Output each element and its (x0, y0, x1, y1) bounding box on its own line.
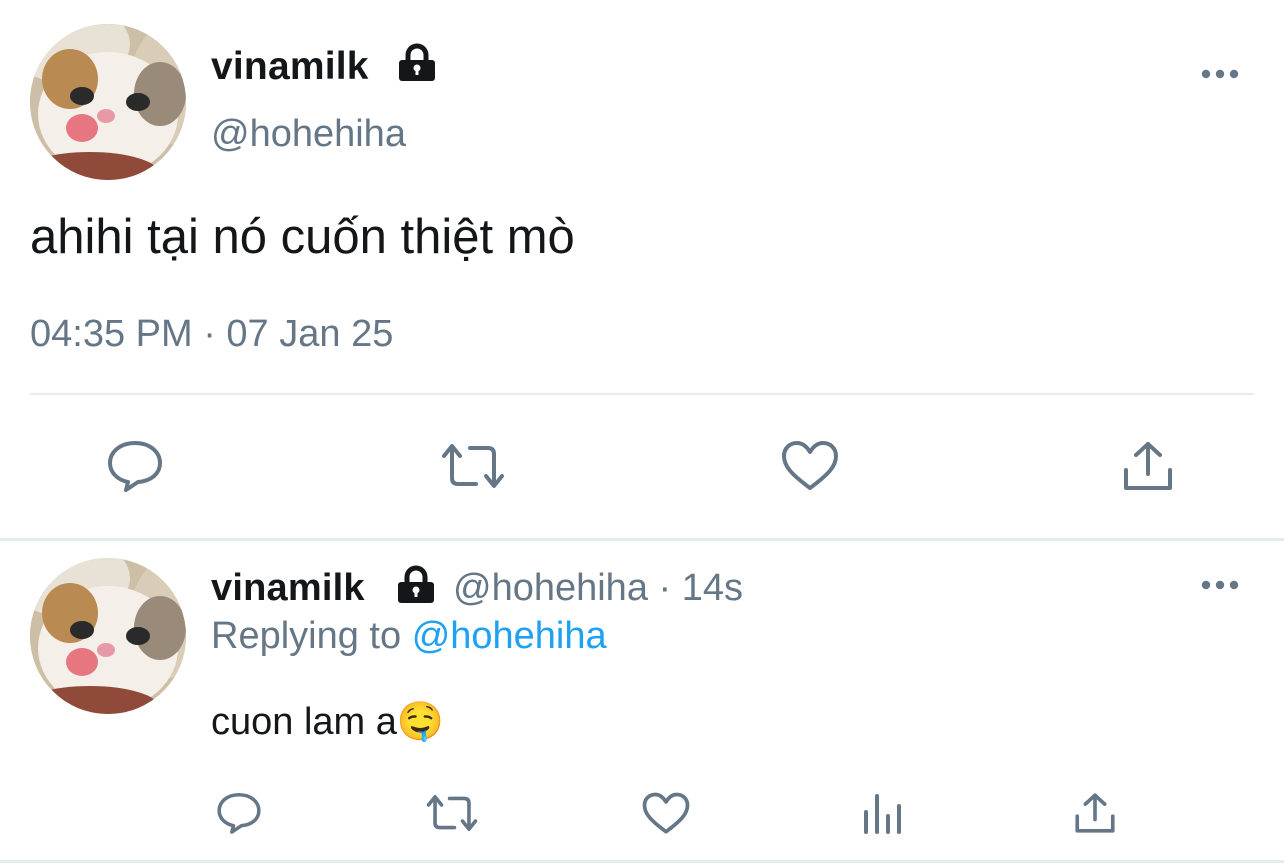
reply-icon (108, 441, 162, 492)
replying-mention-link[interactable]: @hohehiha (412, 615, 607, 657)
heart-icon (642, 792, 690, 834)
divider (30, 393, 1254, 395)
share-icon (1124, 442, 1172, 490)
replying-label: Replying to (211, 615, 402, 657)
replying-to: Replying to @hohehiha (211, 614, 607, 658)
reply-button[interactable] (100, 436, 170, 496)
retweet-button[interactable] (424, 788, 480, 838)
reply-button[interactable] (212, 788, 266, 838)
retweet-icon (426, 795, 478, 831)
more-dots-icon[interactable] (1200, 66, 1240, 82)
bottom-divider (0, 860, 1284, 863)
user-handle[interactable]: @hohehiha (211, 112, 406, 156)
tweet-text: ahihi tại nó cuốn thiệt mò (30, 210, 575, 264)
avatar[interactable] (30, 558, 186, 714)
drooling-face-emoji: 🤤 (396, 699, 445, 743)
reply-text-body: cuon lam a (211, 701, 397, 743)
time-ago[interactable]: 14s (682, 567, 743, 609)
analytics-button[interactable] (855, 788, 909, 838)
tweet-timestamp[interactable]: 04:35 PM · 07 Jan 25 (30, 312, 393, 356)
avatar[interactable] (30, 24, 186, 180)
lock-icon (396, 565, 436, 605)
time-separator: · (658, 567, 672, 609)
cat-avatar-image (30, 24, 186, 180)
share-button[interactable] (1068, 788, 1122, 838)
like-button[interactable] (775, 436, 845, 496)
reply-meta: @hohehiha · 14s (453, 566, 743, 610)
retweet-button[interactable] (438, 436, 508, 496)
reply-icon (217, 792, 261, 834)
retweet-icon (442, 444, 504, 488)
heart-icon (782, 441, 838, 490)
like-button[interactable] (638, 788, 694, 838)
user-handle[interactable]: @hohehiha (453, 567, 648, 609)
display-name[interactable]: vinamilk (211, 44, 369, 90)
reply-text: cuon lam a🤤 (211, 699, 444, 744)
display-name[interactable]: vinamilk (211, 566, 365, 610)
share-icon (1075, 793, 1115, 833)
share-button[interactable] (1113, 436, 1183, 496)
section-divider (0, 538, 1284, 541)
cat-avatar-image (30, 558, 186, 714)
more-dots-icon[interactable] (1200, 577, 1240, 593)
analytics-icon (864, 794, 901, 834)
lock-icon (397, 43, 437, 83)
